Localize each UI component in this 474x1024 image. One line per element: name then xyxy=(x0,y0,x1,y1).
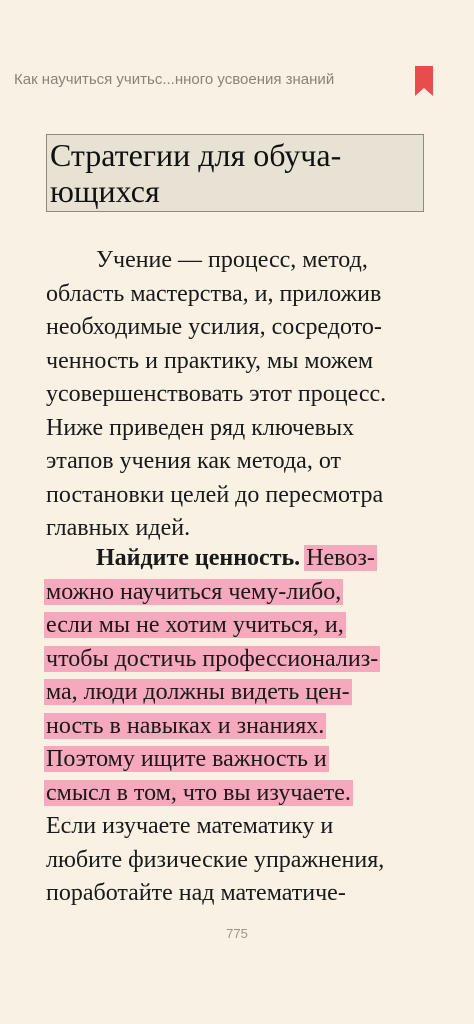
page-number: 775 xyxy=(226,926,248,941)
text-line: ченность и практику, мы можем xyxy=(46,347,374,374)
text-line: можно научиться чему-либо, xyxy=(44,576,446,610)
section-heading-line: Стратегии для обуча- xyxy=(50,137,342,173)
highlighted-text[interactable]: смысл в том, что вы изучаете. xyxy=(44,779,353,806)
highlighted-text[interactable]: можно научиться чему-либо, xyxy=(44,578,344,605)
text-line: Найдите ценность. Невоз- xyxy=(46,542,446,576)
text-line: любите физические упражнения, xyxy=(46,846,385,873)
highlighted-text[interactable]: Невоз- xyxy=(304,545,377,571)
text-line: смысл в том, что вы изучаете. xyxy=(44,777,446,811)
text-line: Поэтому ищите важность и xyxy=(44,743,446,777)
highlighted-text[interactable]: чтобы достичь профессионализ- xyxy=(44,645,381,672)
book-title[interactable]: Как научиться учитьс...нного усвоения зн… xyxy=(14,71,399,88)
section-heading: Стратегии для обуча- ющихся xyxy=(46,134,424,212)
highlighted-text[interactable]: ность в навыках и знаниях. xyxy=(44,712,327,739)
highlighted-text[interactable]: Поэтому ищите важность и xyxy=(44,746,329,772)
text-line: ность в навыках и знаниях. xyxy=(44,710,446,744)
highlighted-text[interactable]: ма, люди должны видеть цен- xyxy=(44,679,352,705)
paragraph-find-value: Найдите ценность. Невоз- можно научиться… xyxy=(44,542,446,911)
text-line: чтобы достичь профессионализ- xyxy=(44,643,446,677)
text-line: главных идей. xyxy=(46,515,191,541)
text-line: Учение — процесс, метод, xyxy=(96,247,368,273)
text-line: область мастерства, и, приложив xyxy=(46,280,382,307)
text-line: усовершенствовать этот процесс. xyxy=(46,381,387,407)
bookmark-icon[interactable] xyxy=(415,66,433,96)
text-line: Если изучаете математику и xyxy=(46,813,334,839)
section-heading-line: ющихся xyxy=(50,173,160,209)
paragraph-intro: Учение — процесс, метод, область мастерс… xyxy=(46,244,446,546)
text-line: постановки целей до пересмотра xyxy=(46,481,384,508)
text-line: ма, люди должны видеть цен- xyxy=(44,676,446,710)
reader-top-bar: Как научиться учитьс...нного усвоения зн… xyxy=(0,62,474,102)
text-line: этапов учения как метода, от xyxy=(46,448,342,474)
highlighted-text[interactable]: если мы не хотим учиться, и, xyxy=(44,612,346,638)
text-line: если мы не хотим учиться, и, xyxy=(44,609,446,643)
bold-lead-text: Найдите ценность. xyxy=(96,545,301,571)
text-line: поработайте над математиче- xyxy=(46,880,346,906)
text-line: необходимые усилия, сосредото- xyxy=(46,314,382,340)
text-line: Ниже приведен ряд ключевых xyxy=(46,414,355,441)
